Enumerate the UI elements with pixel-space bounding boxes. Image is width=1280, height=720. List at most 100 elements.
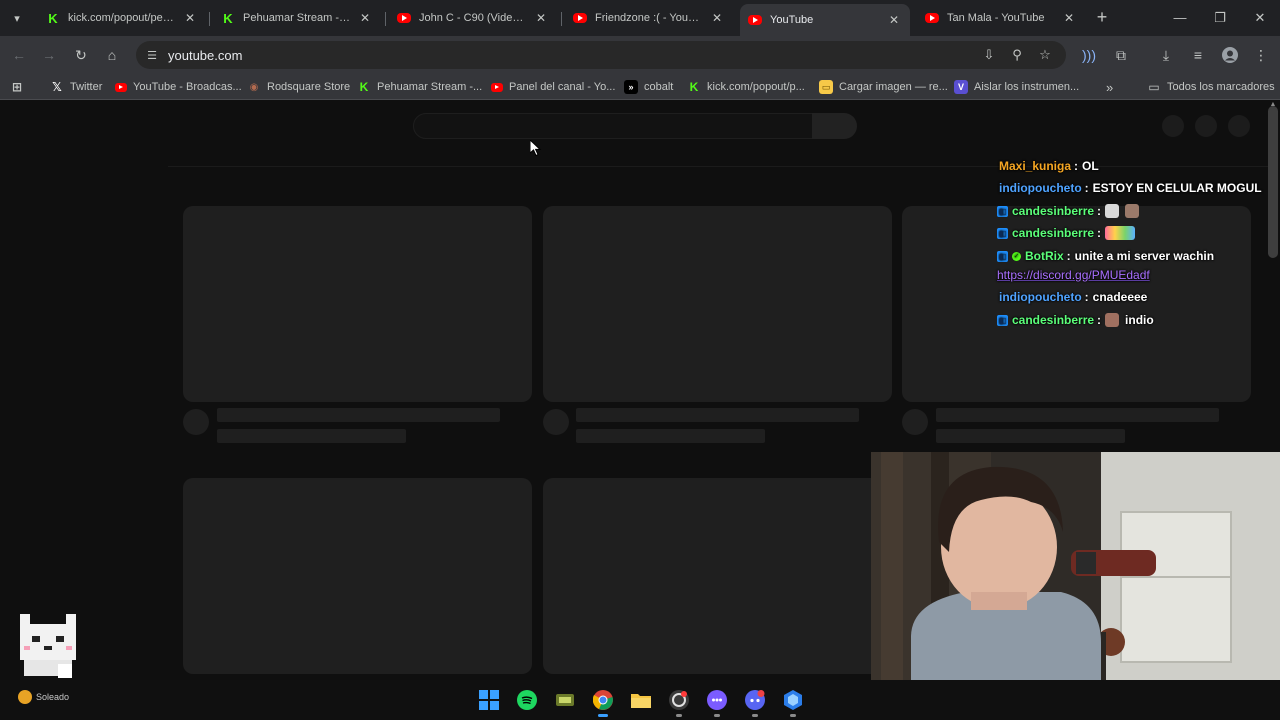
zoom-icon[interactable]: ⚲ [1009, 47, 1025, 63]
chat-message: ◧ ✓ BotRix : unite a mi server wachin [997, 246, 1214, 266]
bookmarks-overflow-chevron-icon[interactable]: » [1106, 79, 1113, 95]
bookmark-star-icon[interactable]: ☆ [1037, 47, 1053, 63]
site-info-icon[interactable]: ☰ [144, 47, 160, 63]
forward-icon[interactable]: → [38, 44, 60, 66]
downloads-icon[interactable]: ⤓ [1155, 44, 1177, 66]
tab-youtube-active[interactable]: YouTube ✕ [740, 4, 910, 36]
video-thumbnail-skeleton[interactable] [183, 478, 532, 674]
running-app-indicator [714, 714, 720, 717]
emote-icon [1105, 313, 1120, 327]
search-input-skeleton[interactable] [413, 113, 813, 139]
header-avatar-skeleton[interactable] [1228, 115, 1250, 137]
chat-separator: : [1084, 181, 1089, 195]
bookmark-twitter[interactable]: 𝕏 Twitter [50, 79, 102, 95]
chat-username: indiopoucheto [999, 181, 1082, 195]
tab-search-icon[interactable]: ▾ [6, 7, 28, 29]
video-thumbnail-skeleton[interactable] [543, 206, 892, 402]
all-bookmarks-folder[interactable]: ▭ Todos los marcadores [1147, 79, 1275, 95]
bookmark-pehuamar-stream[interactable]: K Pehuamar Stream -... [357, 79, 483, 95]
chat-text: unite a mi server wachin [1074, 249, 1215, 263]
subscriber-badge-icon: ◧ [997, 250, 1008, 262]
page-scrollbar[interactable] [1268, 106, 1278, 258]
video-thumbnail-skeleton[interactable] [183, 206, 532, 402]
chat-separator: : [1066, 249, 1071, 263]
chat-link[interactable]: https://discord.gg/PMUEdadf [997, 265, 1150, 285]
chat-app-icon[interactable] [705, 688, 729, 712]
bookmark-panel-del-canal[interactable]: Panel del canal - Yo... [491, 79, 615, 95]
chat-link-text[interactable]: https://discord.gg/PMUEdadf [997, 268, 1150, 282]
kick-icon: K [689, 80, 699, 94]
tab-tan-mala[interactable]: Tan Mala - YouTube ✕ [917, 4, 1085, 32]
chrome-icon[interactable] [591, 688, 615, 712]
chat-message: ◧ candesinberre : [997, 223, 1141, 243]
profile-avatar-icon[interactable] [1219, 44, 1241, 66]
start-icon[interactable] [477, 688, 501, 712]
reading-list-icon[interactable]: ≡ [1187, 44, 1209, 66]
browser-menu-icon[interactable]: ⋮ [1250, 44, 1272, 66]
video-meta-skeleton [217, 429, 406, 443]
tab-separator [209, 12, 210, 26]
tab-close-icon[interactable]: ✕ [357, 10, 373, 26]
file-explorer-icon[interactable] [629, 688, 653, 712]
chat-message: Maxi_kuniga : OL [999, 156, 1099, 176]
close-window-icon[interactable]: ✕ [1250, 8, 1270, 28]
bookmark-cobalt[interactable]: » cobalt [624, 79, 673, 95]
chat-separator: : [1074, 159, 1079, 173]
tab-label: Pehuamar Stream - Watch [243, 12, 351, 24]
bookmark-label: Pehuamar Stream -... [377, 81, 483, 93]
extensions-icon[interactable]: ⧉ [1110, 44, 1132, 66]
folder-icon: ▭ [1148, 80, 1160, 94]
tab-close-icon[interactable]: ✕ [709, 10, 725, 26]
header-icon-skeleton[interactable] [1195, 115, 1217, 137]
new-tab-button[interactable]: + [1092, 8, 1112, 28]
emote-icon [1105, 226, 1136, 240]
tab-close-icon[interactable]: ✕ [1061, 10, 1077, 26]
chat-message: indiopoucheto : ESTOY EN CELULAR MOGUL [999, 178, 1262, 198]
back-icon[interactable]: ← [8, 44, 30, 66]
pixel-cat-drawing [20, 614, 76, 678]
chat-text: OL [1082, 159, 1099, 173]
home-icon[interactable]: ⌂ [101, 44, 123, 66]
tab-pehuamar-stream[interactable]: K Pehuamar Stream - Watch ✕ [213, 4, 381, 32]
tab-john-c[interactable]: John C - C90 (Video Oficial) ✕ [389, 4, 557, 32]
bookmark-rodsquare-store[interactable]: ◉ Rodsquare Store [247, 79, 351, 95]
tab-kick-popout[interactable]: K kick.com/popout/pehuamar/chat ✕ [38, 4, 206, 32]
tab-close-icon[interactable]: ✕ [886, 12, 902, 28]
address-text: youtube.com [168, 48, 243, 63]
tab-close-icon[interactable]: ✕ [182, 10, 198, 26]
bookmark-kick-popout[interactable]: K kick.com/popout/p... [687, 79, 805, 95]
bookmark-label: Twitter [70, 81, 103, 93]
subscriber-badge-icon: ◧ [997, 227, 1008, 239]
tab-close-icon[interactable]: ✕ [533, 10, 549, 26]
all-bookmarks-label: Todos los marcadores [1167, 81, 1275, 93]
spotify-icon[interactable] [515, 688, 539, 712]
chat-username: Maxi_kuniga [999, 159, 1072, 173]
address-bar[interactable]: ☰ youtube.com ⇩ ⚲ ☆ [136, 41, 1066, 69]
header-icon-skeleton[interactable] [1162, 115, 1184, 137]
bookmark-label: Rodsquare Store [267, 81, 351, 93]
search-button-skeleton[interactable] [812, 113, 857, 139]
bookmark-youtube-broadcast[interactable]: YouTube - Broadcas... [115, 79, 242, 95]
tab-friendzone[interactable]: Friendzone :( - YouTube ✕ [565, 4, 733, 32]
restore-icon[interactable]: ❐ [1210, 8, 1230, 28]
weather-widget[interactable]: Soleado [18, 690, 69, 704]
youtube-icon [397, 13, 411, 23]
game-app-icon[interactable] [553, 688, 577, 712]
install-app-icon[interactable]: ⇩ [981, 47, 997, 63]
reload-icon[interactable]: ↻ [70, 44, 92, 66]
mouse-cursor-icon [529, 138, 542, 157]
media-control-icon[interactable]: ))) [1078, 44, 1100, 66]
pixel-cat-sticker [10, 612, 86, 682]
bookmark-aislar-instrumentos[interactable]: V Aislar los instrumen... [954, 79, 1079, 95]
video-thumbnail-skeleton[interactable] [543, 478, 892, 674]
youtube-icon [491, 82, 503, 92]
minimize-icon[interactable]: — [1170, 8, 1190, 28]
discord-icon[interactable] [743, 688, 767, 712]
chat-separator: : [1097, 204, 1102, 218]
obs-icon[interactable] [667, 688, 691, 712]
stream-tool-icon[interactable] [781, 688, 805, 712]
kick-icon: K [359, 80, 369, 94]
bookmark-cargar-imagen[interactable]: ▭ Cargar imagen — re... [819, 79, 948, 95]
apps-grid-icon[interactable]: ⊞ [10, 79, 30, 95]
kick-icon: K [48, 10, 58, 26]
